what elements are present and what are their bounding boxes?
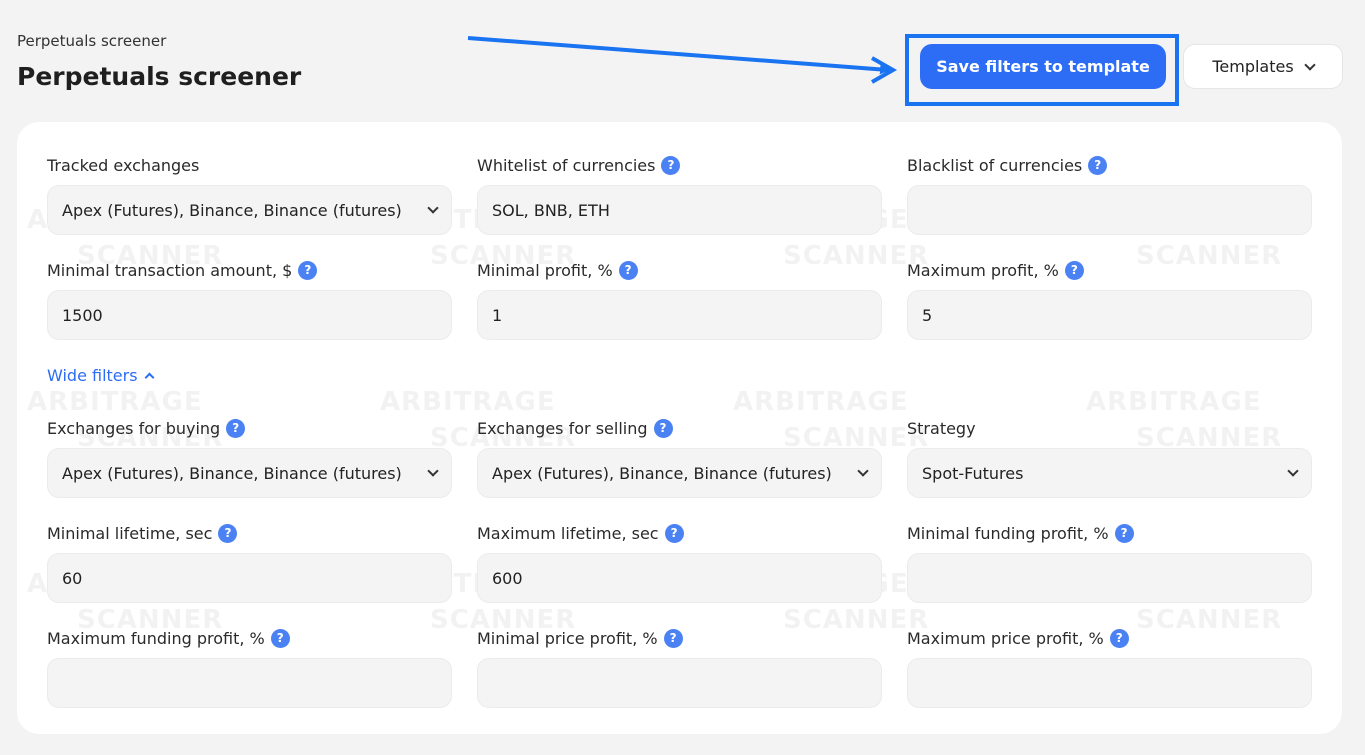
page-title: Perpetuals screener [17, 62, 302, 91]
breadcrumb: Perpetuals screener [17, 32, 167, 50]
help-icon[interactable]: ? [1114, 523, 1134, 543]
max-funding-input[interactable] [47, 658, 452, 708]
field-label: Minimal profit, %? [477, 259, 882, 281]
field-label: Minimal transaction amount, $? [47, 259, 452, 281]
chevron-up-icon [144, 372, 155, 383]
field-label: Minimal lifetime, sec? [47, 522, 452, 544]
help-icon[interactable]: ? [270, 628, 290, 648]
templates-label: Templates [1212, 57, 1294, 76]
field-label: Minimal price profit, %? [477, 627, 882, 649]
field-label: Maximum funding profit, %? [47, 627, 452, 649]
max-profit-input[interactable]: 5 [907, 290, 1312, 340]
wide-filters-label: Wide filters [47, 366, 138, 385]
help-icon[interactable]: ? [298, 260, 318, 280]
help-icon[interactable]: ? [226, 418, 246, 438]
input-value: 600 [492, 568, 523, 588]
blacklist-input[interactable] [907, 185, 1312, 235]
max-funding-field: Maximum funding profit, %? [47, 627, 452, 708]
min-funding-input[interactable] [907, 553, 1312, 603]
templates-dropdown[interactable]: Templates [1183, 44, 1343, 89]
wide-filters-toggle[interactable]: Wide filters [47, 366, 155, 385]
help-icon[interactable]: ? [653, 418, 673, 438]
strategy-field: Strategy Spot-Futures [907, 417, 1312, 498]
min-lifetime-input[interactable]: 60 [47, 553, 452, 603]
field-label: Maximum lifetime, sec? [477, 522, 882, 544]
select-value: Apex (Futures), Binance, Binance (future… [62, 200, 402, 220]
chevron-down-icon [1304, 58, 1316, 71]
sell-exchanges-field: Exchanges for selling? Apex (Futures), B… [477, 417, 882, 498]
help-icon[interactable]: ? [218, 523, 238, 543]
sell-exchanges-select[interactable]: Apex (Futures), Binance, Binance (future… [477, 448, 882, 498]
min-amount-input[interactable]: 1500 [47, 290, 452, 340]
select-value: Apex (Futures), Binance, Binance (future… [492, 463, 832, 483]
blacklist-field: Blacklist of currencies? [907, 154, 1312, 235]
min-price-input[interactable] [477, 658, 882, 708]
help-icon[interactable]: ? [1088, 155, 1108, 175]
buy-exchanges-select[interactable]: Apex (Futures), Binance, Binance (future… [47, 448, 452, 498]
min-lifetime-field: Minimal lifetime, sec? 60 [47, 522, 452, 603]
min-profit-field: Minimal profit, %? 1 [477, 259, 882, 340]
help-icon[interactable]: ? [661, 155, 681, 175]
tracked-exchanges-select[interactable]: Apex (Futures), Binance, Binance (future… [47, 185, 452, 235]
min-profit-input[interactable]: 1 [477, 290, 882, 340]
field-label: Exchanges for selling? [477, 417, 882, 439]
select-value: Apex (Futures), Binance, Binance (future… [62, 463, 402, 483]
input-value: 1 [492, 305, 503, 325]
help-icon[interactable]: ? [663, 628, 683, 648]
field-label: Maximum profit, %? [907, 259, 1312, 281]
input-value: 1500 [62, 305, 103, 325]
strategy-select[interactable]: Spot-Futures [907, 448, 1312, 498]
field-label: Tracked exchanges [47, 155, 200, 175]
field-label: Maximum price profit, %? [907, 627, 1312, 649]
whitelist-field: Whitelist of currencies? SOL, BNB, ETH [477, 154, 882, 235]
select-value: Spot-Futures [922, 463, 1024, 483]
max-price-input[interactable] [907, 658, 1312, 708]
field-label: Exchanges for buying? [47, 417, 452, 439]
help-icon[interactable]: ? [618, 260, 638, 280]
min-price-field: Minimal price profit, %? [477, 627, 882, 708]
filters-panel: ARBITRAGESCANNER ARBITRAGESCANNER ARBITR… [17, 122, 1342, 734]
input-value: 60 [62, 568, 83, 588]
chevron-down-icon [427, 465, 439, 477]
input-value: 5 [922, 305, 933, 325]
help-icon[interactable]: ? [1109, 628, 1129, 648]
input-value: SOL, BNB, ETH [492, 200, 610, 220]
chevron-down-icon [1287, 465, 1299, 477]
help-icon[interactable]: ? [664, 523, 684, 543]
min-funding-field: Minimal funding profit, %? [907, 522, 1312, 603]
max-lifetime-field: Maximum lifetime, sec? 600 [477, 522, 882, 603]
min-amount-field: Minimal transaction amount, $? 1500 [47, 259, 452, 340]
chevron-down-icon [427, 202, 439, 214]
max-price-field: Maximum price profit, %? [907, 627, 1312, 708]
save-filters-button[interactable]: Save filters to template [920, 44, 1166, 89]
field-label: Strategy [907, 418, 976, 438]
max-lifetime-input[interactable]: 600 [477, 553, 882, 603]
chevron-down-icon [857, 465, 869, 477]
field-label: Minimal funding profit, %? [907, 522, 1312, 544]
buy-exchanges-field: Exchanges for buying? Apex (Futures), Bi… [47, 417, 452, 498]
tracked-exchanges-field: Tracked exchanges Apex (Futures), Binanc… [47, 154, 452, 235]
field-label: Whitelist of currencies? [477, 154, 882, 176]
help-icon[interactable]: ? [1064, 260, 1084, 280]
max-profit-field: Maximum profit, %? 5 [907, 259, 1312, 340]
field-label: Blacklist of currencies? [907, 154, 1312, 176]
whitelist-input[interactable]: SOL, BNB, ETH [477, 185, 882, 235]
